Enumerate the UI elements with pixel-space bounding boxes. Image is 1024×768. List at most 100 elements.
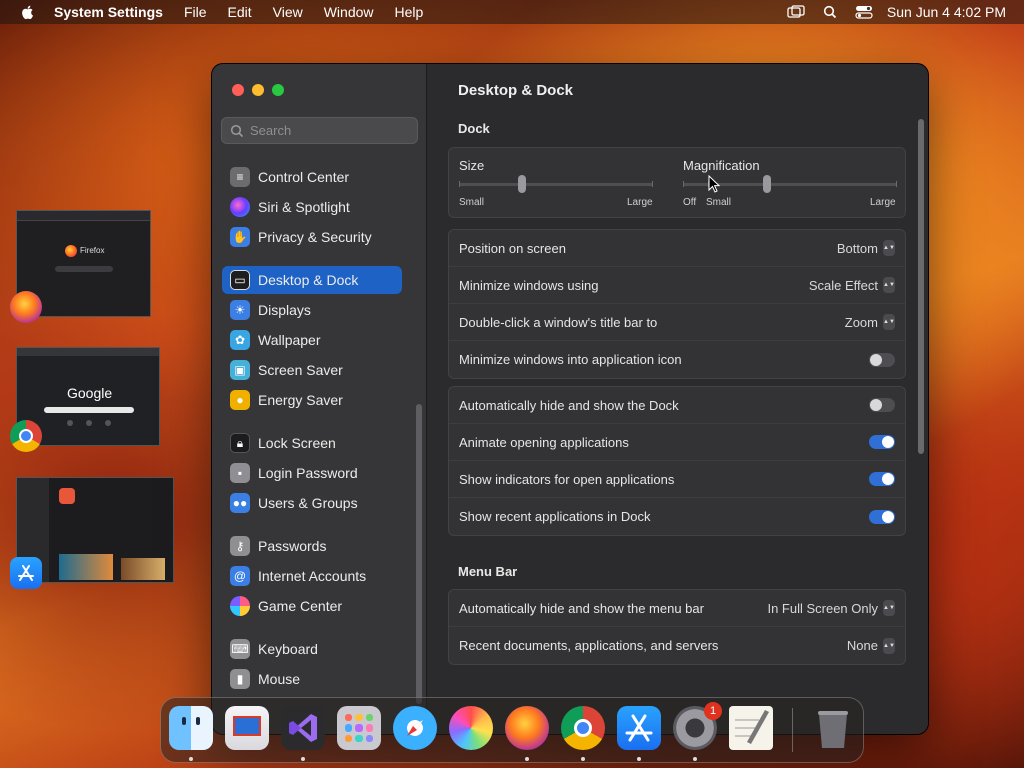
sidebar-item-mouse[interactable]: ▮ Mouse: [222, 665, 402, 693]
hand-icon: ✋: [230, 227, 250, 247]
firefox-app-icon[interactable]: [10, 291, 42, 323]
login-lock-icon: ▪: [230, 463, 250, 483]
chrome-center: [19, 429, 33, 443]
apple-icon[interactable]: [20, 4, 36, 20]
animate-opening-toggle[interactable]: [869, 435, 895, 449]
sidebar-item-control-center[interactable]: ≡ Control Center: [222, 163, 402, 191]
menu-edit[interactable]: Edit: [228, 4, 252, 20]
shortcut-dot: [67, 420, 73, 426]
appstore-app-icon[interactable]: [10, 557, 42, 589]
minimize-using-row[interactable]: Minimize windows using Scale Effect ▲▼: [449, 267, 905, 304]
sidebar-item-internet-accounts[interactable]: @ Internet Accounts: [222, 562, 402, 590]
minimize-button[interactable]: [252, 84, 264, 96]
menu-view[interactable]: View: [273, 4, 303, 20]
sidebar-item-screen-saver[interactable]: ▣ Screen Saver: [222, 356, 402, 384]
show-indicators-row[interactable]: Show indicators for open applications: [449, 461, 905, 498]
recent-documents-popup[interactable]: None ▲▼: [847, 637, 895, 654]
show-recent-apps-row[interactable]: Show recent applications in Dock: [449, 498, 905, 535]
sidebar-item-passwords[interactable]: ⚷ Passwords: [222, 532, 402, 560]
menu-extras: Sun Jun 4 4:02 PM: [771, 4, 1006, 20]
sidebar-item-label: Desktop & Dock: [258, 272, 359, 288]
minimize-into-app-icon-row[interactable]: Minimize windows into application icon: [449, 341, 905, 378]
magnification-off-label: Off: [683, 197, 697, 208]
position-popup[interactable]: Bottom ▲▼: [837, 240, 895, 256]
finder-face: [196, 717, 200, 725]
mouse-pointer-icon: [708, 175, 720, 193]
sidebar-item-energy-saver[interactable]: ● Energy Saver: [222, 386, 402, 414]
sidebar-scrollbar[interactable]: [416, 404, 422, 704]
appstore-thumb-banner: [59, 554, 113, 580]
siri-icon: [230, 197, 250, 217]
show-indicators-toggle[interactable]: [869, 472, 895, 486]
search-field[interactable]: [221, 117, 418, 144]
chrome-thumb-toolbar: [17, 348, 159, 356]
magnification-tick: [896, 181, 897, 187]
size-slider-track[interactable]: [459, 183, 653, 186]
content-scrollbar[interactable]: [918, 119, 924, 454]
sidebar-item-wallpaper[interactable]: ✿ Wallpaper: [222, 326, 402, 354]
magnification-slider-knob[interactable]: [763, 175, 771, 193]
chrome-app-icon[interactable]: [10, 420, 42, 452]
color-dock-icon[interactable]: [449, 706, 493, 750]
minimize-into-app-icon-toggle[interactable]: [869, 352, 895, 367]
visual-studio-glyph-icon: [289, 714, 317, 742]
sidebar-item-game-center[interactable]: Game Center: [222, 592, 402, 620]
sidebar-item-label: Screen Saver: [258, 362, 343, 378]
firefox-dock-icon[interactable]: [505, 706, 549, 750]
search-input[interactable]: [250, 123, 400, 138]
trash-dock-icon[interactable]: [811, 706, 855, 750]
size-slider-knob[interactable]: [518, 175, 526, 193]
sidebar-item-label: Wallpaper: [258, 332, 321, 348]
sidebar-item-label: Passwords: [258, 538, 327, 554]
auto-hide-dock-toggle[interactable]: [869, 398, 895, 412]
sidebar-item-privacy-security[interactable]: ✋ Privacy & Security: [222, 223, 402, 251]
safari-dock-icon[interactable]: [393, 706, 437, 750]
dock-behavior-group: Automatically hide and show the Dock Ani…: [448, 386, 906, 536]
auto-hide-menu-bar-row[interactable]: Automatically hide and show the menu bar…: [449, 590, 905, 627]
sidebar-item-siri-spotlight[interactable]: Siri & Spotlight: [222, 193, 402, 221]
sidebar-item-label: Energy Saver: [258, 392, 343, 408]
menu-window[interactable]: Window: [324, 4, 374, 20]
textedit-dock-icon[interactable]: [729, 706, 773, 750]
recent-documents-row[interactable]: Recent documents, applications, and serv…: [449, 627, 905, 664]
double-click-title-bar-row[interactable]: Double-click a window's title bar to Zoo…: [449, 304, 905, 341]
chrome-dock-icon[interactable]: [561, 706, 605, 750]
search-icon: [230, 124, 244, 137]
position-on-screen-row[interactable]: Position on screen Bottom ▲▼: [449, 230, 905, 267]
sidebar-item-users-groups[interactable]: ●● Users & Groups: [222, 489, 402, 517]
sidebar-item-displays[interactable]: ☀ Displays: [222, 296, 402, 324]
sidebar-item-lock-screen[interactable]: 🔒︎ Lock Screen: [222, 429, 402, 457]
visual-studio-dock-icon[interactable]: [281, 706, 325, 750]
launchpad-dock-icon[interactable]: [337, 706, 381, 750]
window-controls: [232, 84, 284, 96]
running-indicator: [693, 757, 697, 761]
auto-hide-menu-bar-popup[interactable]: In Full Screen Only ▲▼: [767, 600, 895, 616]
app-store-dock-icon[interactable]: [617, 706, 661, 750]
popup-value: Scale Effect: [808, 277, 878, 293]
clock[interactable]: Sun Jun 4 4:02 PM: [887, 4, 1006, 20]
size-max-label: Large: [627, 197, 653, 208]
screen-mirroring-icon[interactable]: [787, 5, 805, 19]
remote-desktop-dock-icon[interactable]: [225, 706, 269, 750]
menu-file[interactable]: File: [184, 4, 207, 20]
minimize-effect-popup[interactable]: Scale Effect ▲▼: [809, 277, 895, 293]
animate-opening-row[interactable]: Animate opening applications: [449, 424, 905, 461]
app-name-menu[interactable]: System Settings: [54, 4, 163, 20]
search-icon[interactable]: [821, 5, 839, 19]
finder-dock-icon[interactable]: [169, 706, 213, 750]
double-click-popup[interactable]: Zoom ▲▼: [845, 314, 895, 330]
zoom-button[interactable]: [272, 84, 284, 96]
sidebar-item-login-password[interactable]: ▪ Login Password: [222, 459, 402, 487]
sidebar-item-keyboard[interactable]: ⌨ Keyboard: [222, 635, 402, 663]
auto-hide-dock-row[interactable]: Automatically hide and show the Dock: [449, 387, 905, 424]
menu-help[interactable]: Help: [395, 4, 424, 20]
control-center-icon[interactable]: [855, 5, 873, 19]
sidebar-item-desktop-dock[interactable]: ▭ Desktop & Dock: [222, 266, 402, 294]
popup-value: Zoom: [844, 314, 878, 330]
size-tick: [652, 181, 653, 187]
close-button[interactable]: [232, 84, 244, 96]
sidebar-item-label: Lock Screen: [258, 435, 336, 451]
system-settings-window: ≡ Control Center Siri & Spotlight ✋ Priv…: [212, 64, 928, 734]
sidebar-item-label: Game Center: [258, 598, 343, 614]
show-recent-apps-toggle[interactable]: [869, 509, 895, 524]
